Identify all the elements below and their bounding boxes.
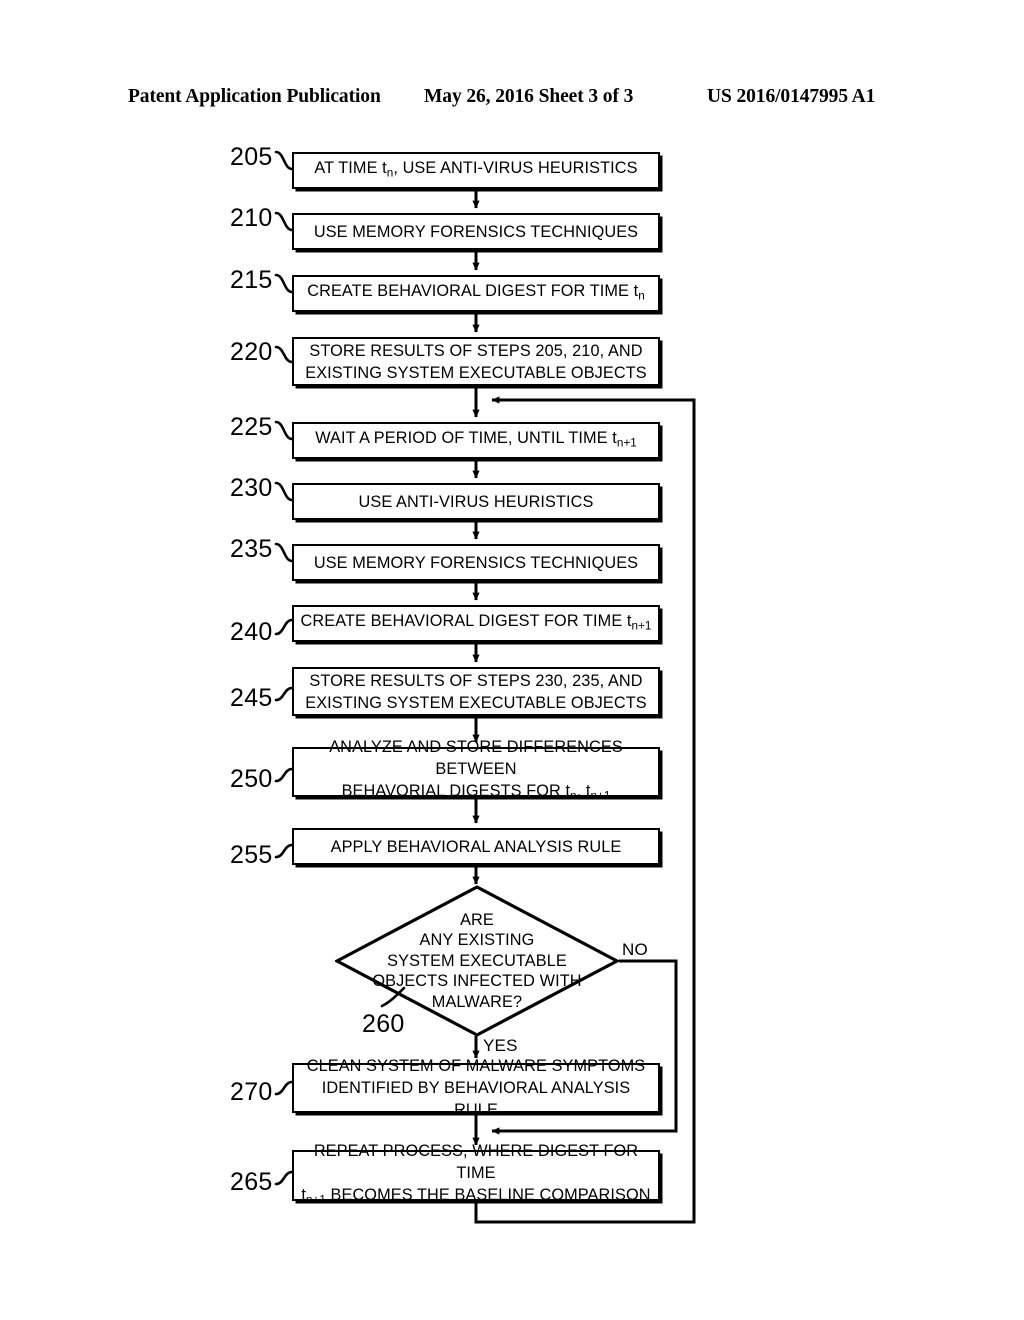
flow-box-250-label: ANALYZE AND STORE DIFFERENCES BETWEEN BEH… (329, 738, 623, 803)
flow-box-220[interactable]: STORE RESULTS OF STEPS 205, 210, AND EXIS… (292, 337, 660, 386)
ref-numeral-235: 235 (230, 535, 273, 563)
flow-box-235[interactable]: USE MEMORY FORENSICS TECHNIQUES (292, 544, 660, 581)
flow-box-215[interactable]: CREATE BEHAVIORAL DIGEST FOR TIME tn (292, 275, 660, 312)
header-date-sheet: May 26, 2016 Sheet 3 of 3 (424, 86, 634, 107)
ref-numeral-270: 270 (230, 1078, 273, 1106)
flow-box-245[interactable]: STORE RESULTS OF STEPS 230, 235, AND EXIS… (292, 667, 660, 716)
flow-box-205-label: AT TIME tn, USE ANTI-VIRUS HEURISTICS (314, 158, 638, 180)
ref-numeral-240: 240 (230, 618, 273, 646)
ref-numeral-210: 210 (230, 204, 273, 232)
page-header: Patent Application Publication May 26, 2… (0, 86, 1024, 110)
flow-box-270-label: CLEAN SYSTEM OF MALWARE SYMPTOMS IDENTIFI… (306, 1057, 646, 1119)
flowchart-connectors (472, 188, 696, 1224)
flow-box-265-label: REPEAT PROCESS, WHERE DIGEST FOR TIME tn+… (301, 1141, 651, 1207)
branch-label-yes: YES (483, 1036, 518, 1055)
ref-numeral-205: 205 (230, 143, 273, 171)
flow-box-265[interactable]: REPEAT PROCESS, WHERE DIGEST FOR TIME tn+… (292, 1142, 660, 1206)
ref-numeral-220: 220 (230, 338, 273, 366)
flow-box-240[interactable]: CREATE BEHAVIORAL DIGEST FOR TIME tn+1 (292, 605, 660, 642)
flow-box-250[interactable]: ANALYZE AND STORE DIFFERENCES BETWEEN BEH… (292, 738, 660, 803)
ref-numeral-250: 250 (230, 765, 273, 793)
ref-numeral-260: 260 (362, 1010, 405, 1038)
ref-numeral-255: 255 (230, 841, 273, 869)
flow-box-230-label: USE ANTI-VIRUS HEURISTICS (358, 492, 594, 511)
flow-box-240-label: CREATE BEHAVIORAL DIGEST FOR TIME tn+1 (300, 611, 652, 633)
flow-box-225[interactable]: WAIT A PERIOD OF TIME, UNTIL TIME tn+1 (292, 422, 660, 459)
flow-box-205[interactable]: AT TIME tn, USE ANTI-VIRUS HEURISTICS (292, 152, 660, 189)
ref-numeral-245: 245 (230, 684, 273, 712)
flow-box-235-label: USE MEMORY FORENSICS TECHNIQUES (313, 553, 639, 572)
flow-box-230[interactable]: USE ANTI-VIRUS HEURISTICS (292, 483, 660, 520)
header-patent-number: US 2016/0147995 A1 (707, 86, 876, 107)
flow-box-225-label: WAIT A PERIOD OF TIME, UNTIL TIME tn+1 (315, 428, 637, 450)
flow-box-210[interactable]: USE MEMORY FORENSICS TECHNIQUES (292, 213, 660, 250)
flow-box-215-label: CREATE BEHAVIORAL DIGEST FOR TIME tn (307, 281, 645, 303)
flow-box-220-label: STORE RESULTS OF STEPS 205, 210, AND EXIS… (305, 341, 647, 382)
ref-numeral-230: 230 (230, 474, 273, 502)
patent-figure-page: Patent Application Publication May 26, 2… (0, 0, 1024, 1320)
branch-label-no: NO (622, 940, 648, 959)
flow-box-255[interactable]: APPLY BEHAVIORAL ANALYSIS RULE (292, 828, 660, 865)
flow-box-245-label: STORE RESULTS OF STEPS 230, 235, AND EXIS… (305, 671, 647, 712)
header-publication: Patent Application Publication (128, 86, 381, 107)
ref-numeral-215: 215 (230, 266, 273, 294)
ref-numeral-225: 225 (230, 413, 273, 441)
reference-leader-lines (274, 150, 406, 1186)
flow-box-270[interactable]: CLEAN SYSTEM OF MALWARE SYMPTOMS IDENTIFI… (292, 1057, 660, 1119)
flow-box-210-label: USE MEMORY FORENSICS TECHNIQUES (313, 222, 639, 241)
ref-numeral-265: 265 (230, 1168, 273, 1196)
flow-box-255-label: APPLY BEHAVIORAL ANALYSIS RULE (330, 837, 622, 856)
